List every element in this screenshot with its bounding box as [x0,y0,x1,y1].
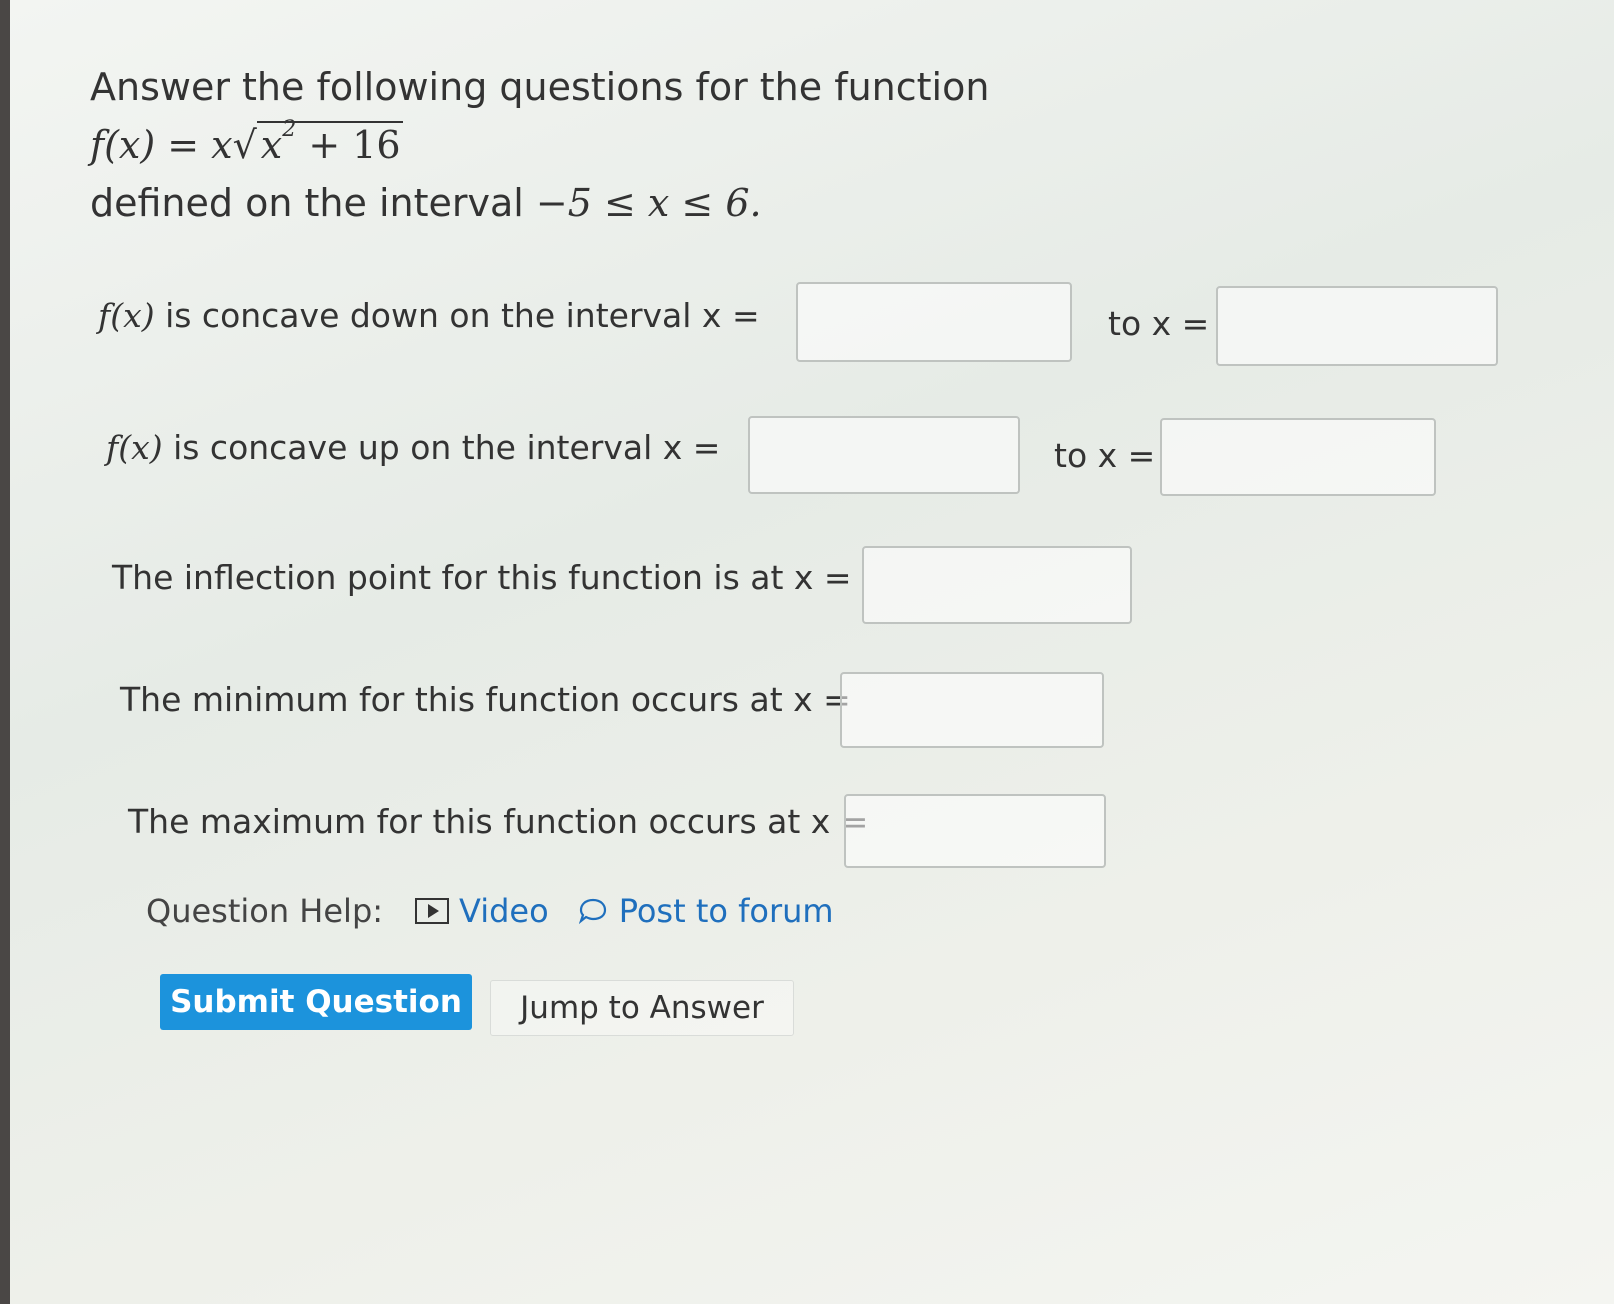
question-prompt: Answer the following questions for the f… [90,65,990,109]
concave-up-to-label: to x = [1054,436,1156,475]
speech-bubble-icon [578,898,606,924]
concave-down-from-input[interactable] [796,282,1072,362]
concave-down-label: f(x) is concave down on the interval x = [98,296,760,335]
inflection-label: The inflection point for this function i… [112,558,852,597]
function-definition: f(x) = x√ x2 + 16 [90,116,989,174]
maximum-label: The maximum for this function occurs at … [128,802,869,841]
concave-up-to-input[interactable] [1160,418,1436,496]
maximum-input[interactable] [844,794,1106,868]
concave-down-to-input[interactable] [1216,286,1498,366]
radicand: x2 + 16 [256,119,403,167]
question-help-label: Question Help: [146,892,384,930]
submit-question-button[interactable]: Submit Question [160,974,472,1030]
interval-prefix: defined on the interval [90,181,536,225]
video-link[interactable]: Video [415,892,549,930]
sqrt-symbol: √ [232,123,257,167]
video-play-icon [415,898,450,924]
concave-up-from-input[interactable] [748,416,1020,494]
concave-up-label: f(x) is concave up on the interval x = [106,428,721,467]
inflection-input[interactable] [862,546,1132,624]
minimum-label: The minimum for this function occurs at … [120,680,851,719]
forum-link-label: Post to forum [618,892,834,930]
interval-math: −5 ≤ x ≤ 6. [535,181,762,225]
question-help: Question Help: Video Post to forum [146,892,864,930]
question-page: Answer the following questions for the f… [10,0,1614,1304]
interval-statement: defined on the interval −5 ≤ x ≤ 6. [90,174,989,232]
concave-down-to-label: to x = [1108,304,1210,343]
question-intro: Answer the following questions for the f… [90,58,989,232]
minimum-input[interactable] [840,672,1104,748]
function-lhs: f(x) = x [90,123,233,167]
screen-edge [0,0,10,1304]
jump-to-answer-button[interactable]: Jump to Answer [490,980,794,1036]
post-to-forum-link[interactable]: Post to forum [578,892,834,930]
video-link-label: Video [459,892,549,930]
